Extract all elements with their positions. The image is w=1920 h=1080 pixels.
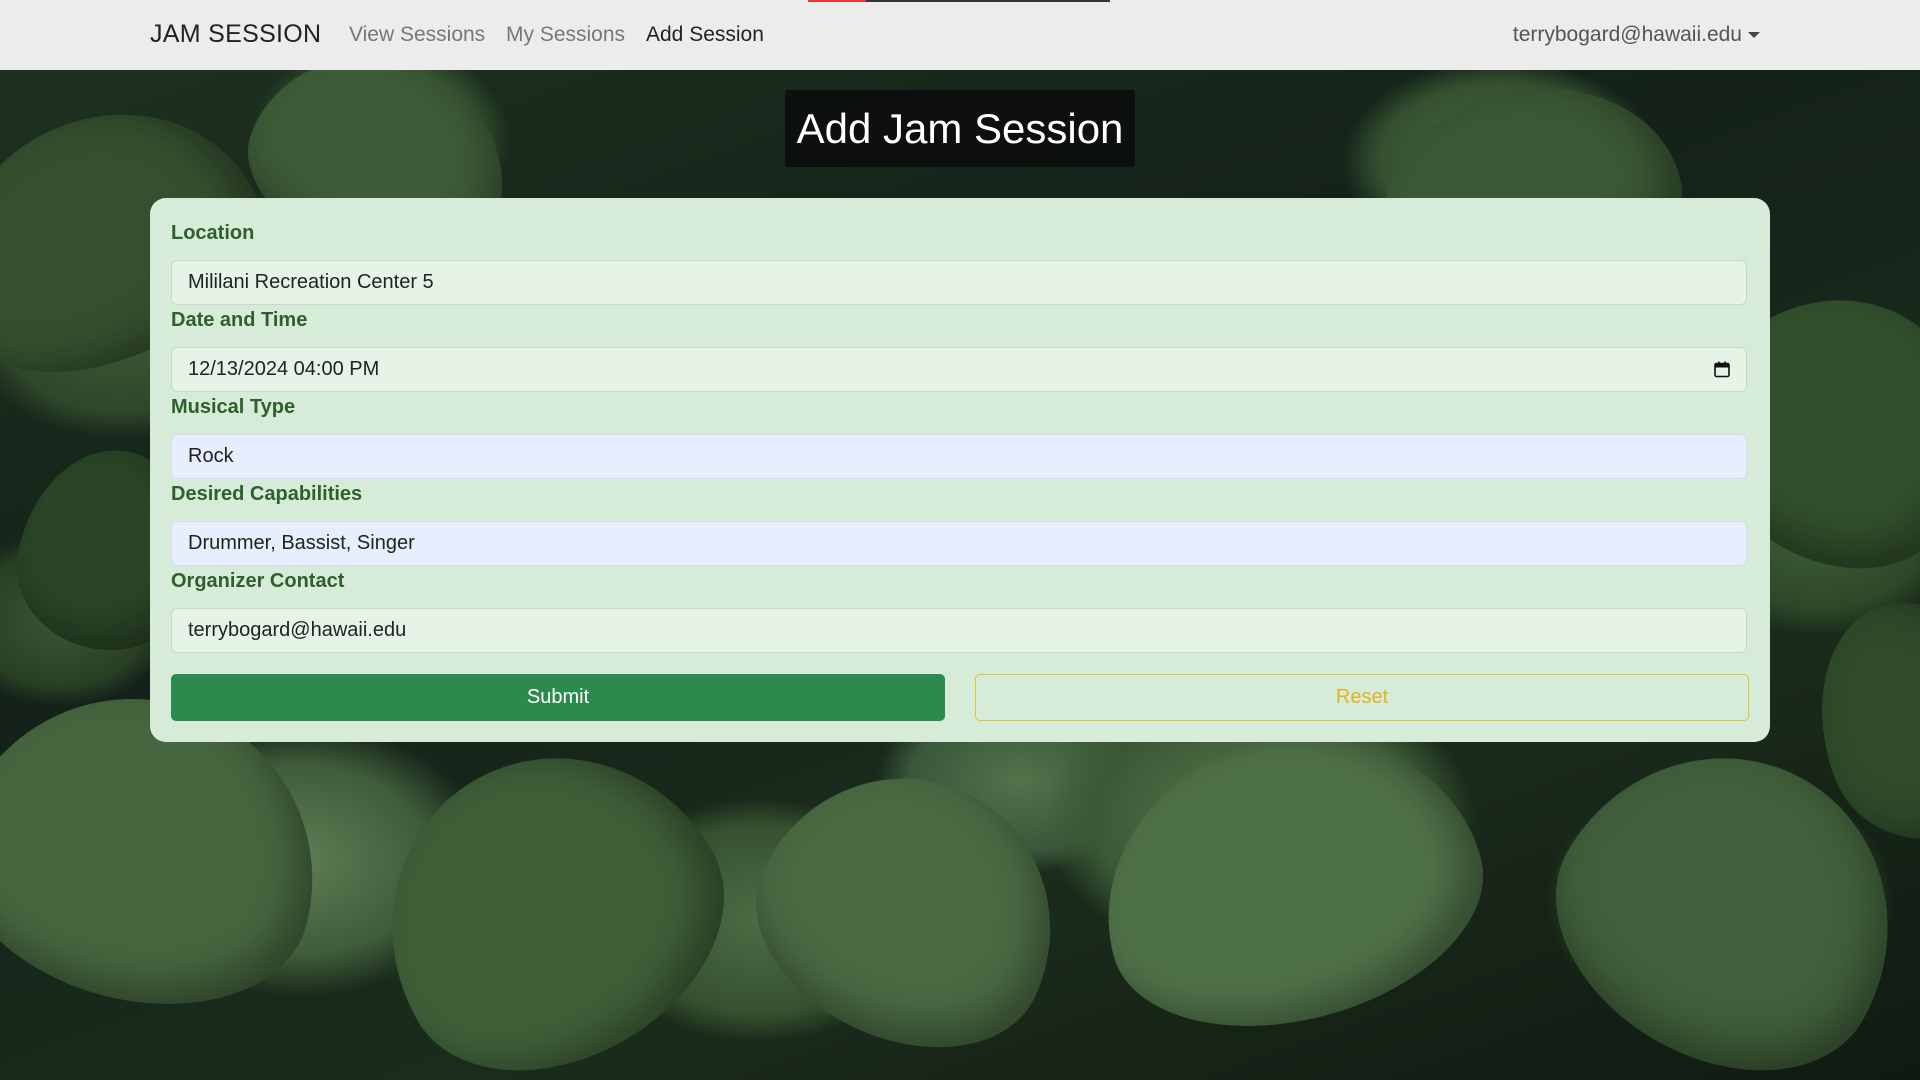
user-email: terrybogard@hawaii.edu bbox=[1512, 23, 1742, 46]
location-label: Location bbox=[171, 222, 255, 244]
musical-type-label: Musical Type bbox=[171, 396, 296, 418]
datetime-label: Date and Time bbox=[171, 309, 308, 331]
top-navbar: JAM SESSION View Sessions My Sessions Ad… bbox=[0, 0, 1920, 70]
progress-fill bbox=[808, 0, 866, 2]
user-dropdown[interactable]: terrybogard@hawaii.edu bbox=[1513, 23, 1760, 47]
location-input[interactable]: Mililani Recreation Center 5 bbox=[171, 260, 1747, 305]
add-session-form: Location Mililani Recreation Center 5 Da… bbox=[150, 198, 1770, 742]
contact-label: Organizer Contact bbox=[171, 570, 345, 592]
capabilities-input[interactable]: Drummer, Bassist, Singer bbox=[171, 521, 1747, 566]
capabilities-label: Desired Capabilities bbox=[171, 483, 363, 505]
calendar-icon[interactable] bbox=[1714, 361, 1730, 378]
musical-type-input[interactable]: Rock bbox=[171, 434, 1747, 479]
datetime-value: 12/13/2024 04:00 PM bbox=[188, 358, 380, 380]
chevron-down-icon bbox=[1748, 32, 1760, 38]
brand-logo[interactable]: JAM SESSION bbox=[150, 20, 321, 49]
reset-button[interactable]: Reset bbox=[975, 674, 1749, 721]
nav-link-my-sessions[interactable]: My Sessions bbox=[506, 23, 625, 47]
page-load-progress-bar bbox=[808, 0, 1110, 2]
datetime-input[interactable]: 12/13/2024 04:00 PM bbox=[171, 347, 1747, 392]
page-title: Add Jam Session bbox=[785, 90, 1135, 167]
submit-button[interactable]: Submit bbox=[171, 674, 945, 721]
nav-link-view-sessions[interactable]: View Sessions bbox=[349, 23, 485, 47]
contact-input[interactable]: terrybogard@hawaii.edu bbox=[171, 608, 1747, 653]
nav-link-add-session[interactable]: Add Session bbox=[646, 23, 764, 47]
